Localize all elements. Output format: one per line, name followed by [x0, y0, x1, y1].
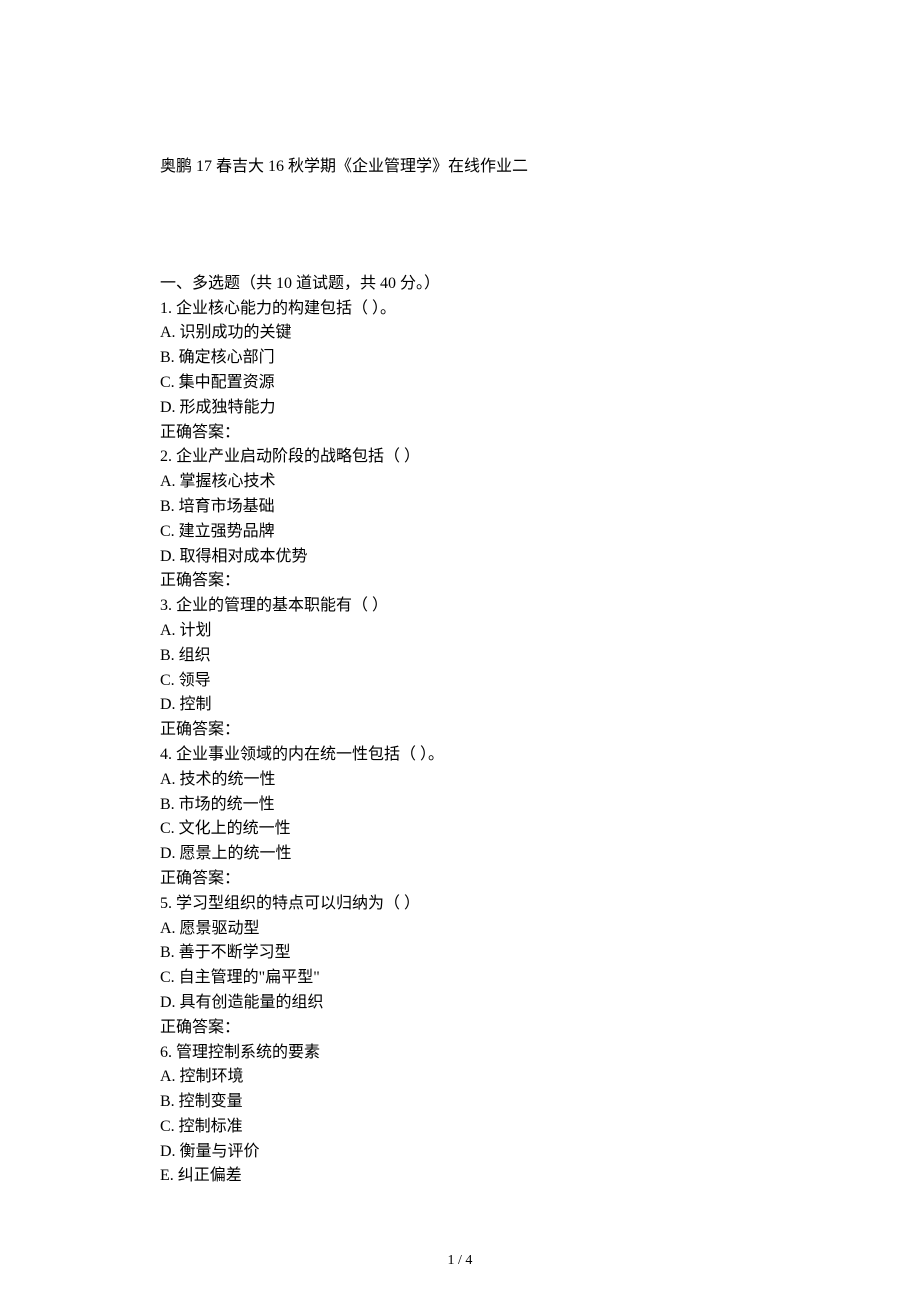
option-line: D. 形成独特能力: [160, 396, 760, 421]
option-line: D. 取得相对成本优势: [160, 545, 760, 570]
question-block: 1. 企业核心能力的构建包括（ ）。A. 识别成功的关键B. 确定核心部门C. …: [160, 297, 760, 446]
question-text: 企业事业领域的内在统一性包括（ ）。: [176, 746, 444, 763]
question-number: 2.: [160, 448, 172, 465]
option-line: B. 组织: [160, 644, 760, 669]
question-number: 4.: [160, 746, 172, 763]
option-line: E. 纠正偏差: [160, 1164, 760, 1189]
question-text: 企业核心能力的构建包括（ ）。: [176, 300, 396, 317]
option-line: A. 计划: [160, 619, 760, 644]
answer-label: 正确答案：: [160, 569, 760, 594]
option-line: A. 技术的统一性: [160, 768, 760, 793]
question-text: 企业产业启动阶段的战略包括（ ）: [176, 448, 420, 465]
option-line: A. 掌握核心技术: [160, 470, 760, 495]
option-line: C. 自主管理的"扁平型": [160, 966, 760, 991]
question-text: 管理控制系统的要素: [176, 1044, 320, 1061]
question-stem: 6. 管理控制系统的要素: [160, 1041, 760, 1066]
option-line: B. 善于不断学习型: [160, 941, 760, 966]
document-page: 奥鹏 17 春吉大 16 秋学期《企业管理学》在线作业二 一、多选题（共 10 …: [0, 0, 920, 1302]
question-block: 3. 企业的管理的基本职能有（ ）A. 计划B. 组织C. 领导D. 控制正确答…: [160, 594, 760, 743]
option-line: D. 具有创造能量的组织: [160, 991, 760, 1016]
option-line: D. 控制: [160, 693, 760, 718]
page-number: 1 / 4: [0, 1250, 920, 1272]
question-stem: 4. 企业事业领域的内在统一性包括（ ）。: [160, 743, 760, 768]
questions-container: 1. 企业核心能力的构建包括（ ）。A. 识别成功的关键B. 确定核心部门C. …: [160, 297, 760, 1190]
question-text: 学习型组织的特点可以归纳为（ ）: [176, 895, 420, 912]
option-line: B. 市场的统一性: [160, 793, 760, 818]
question-stem: 1. 企业核心能力的构建包括（ ）。: [160, 297, 760, 322]
option-line: A. 识别成功的关键: [160, 321, 760, 346]
question-block: 5. 学习型组织的特点可以归纳为（ ）A. 愿景驱动型B. 善于不断学习型C. …: [160, 892, 760, 1041]
question-stem: 5. 学习型组织的特点可以归纳为（ ）: [160, 892, 760, 917]
option-line: B. 确定核心部门: [160, 346, 760, 371]
option-line: C. 建立强势品牌: [160, 520, 760, 545]
question-number: 3.: [160, 597, 172, 614]
question-block: 4. 企业事业领域的内在统一性包括（ ）。A. 技术的统一性B. 市场的统一性C…: [160, 743, 760, 892]
option-line: B. 培育市场基础: [160, 495, 760, 520]
option-line: D. 衡量与评价: [160, 1140, 760, 1165]
option-line: A. 愿景驱动型: [160, 917, 760, 942]
section-header: 一、多选题（共 10 道试题，共 40 分。）: [160, 272, 760, 297]
option-line: D. 愿景上的统一性: [160, 842, 760, 867]
question-number: 6.: [160, 1044, 172, 1061]
question-number: 1.: [160, 300, 172, 317]
question-block: 2. 企业产业启动阶段的战略包括（ ）A. 掌握核心技术B. 培育市场基础C. …: [160, 445, 760, 594]
option-line: C. 集中配置资源: [160, 371, 760, 396]
document-title: 奥鹏 17 春吉大 16 秋学期《企业管理学》在线作业二: [160, 155, 760, 180]
question-number: 5.: [160, 895, 172, 912]
answer-label: 正确答案：: [160, 867, 760, 892]
option-line: B. 控制变量: [160, 1090, 760, 1115]
option-line: C. 领导: [160, 669, 760, 694]
question-text: 企业的管理的基本职能有（ ）: [176, 597, 388, 614]
option-line: C. 文化上的统一性: [160, 817, 760, 842]
answer-label: 正确答案：: [160, 718, 760, 743]
option-line: A. 控制环境: [160, 1065, 760, 1090]
question-stem: 2. 企业产业启动阶段的战略包括（ ）: [160, 445, 760, 470]
answer-label: 正确答案：: [160, 421, 760, 446]
question-block: 6. 管理控制系统的要素A. 控制环境B. 控制变量C. 控制标准D. 衡量与评…: [160, 1041, 760, 1190]
option-line: C. 控制标准: [160, 1115, 760, 1140]
answer-label: 正确答案：: [160, 1016, 760, 1041]
question-stem: 3. 企业的管理的基本职能有（ ）: [160, 594, 760, 619]
